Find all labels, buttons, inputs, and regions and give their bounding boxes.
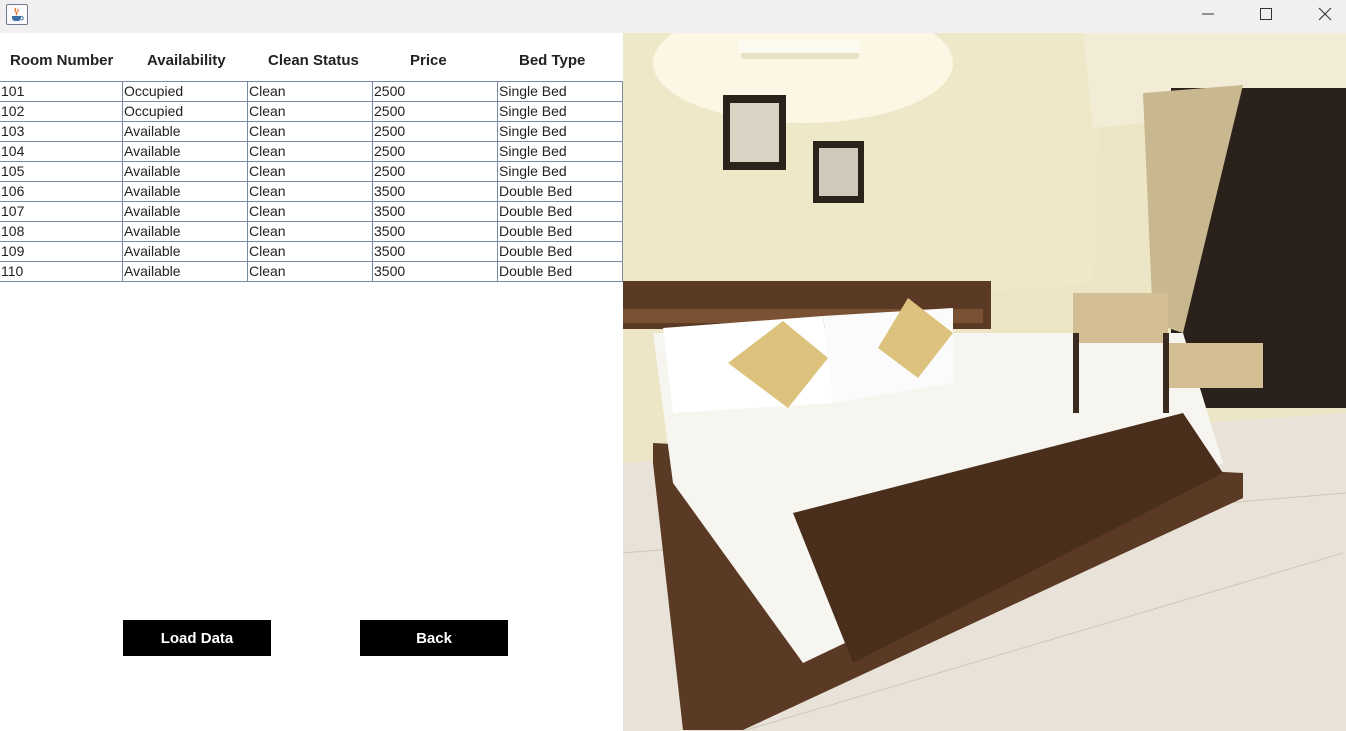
bed-type-cell[interactable]: Single Bed [497, 121, 623, 142]
price-cell[interactable]: 3500 [372, 201, 498, 222]
price-cell[interactable]: 2500 [372, 161, 498, 182]
clean-status-cell[interactable]: Clean [247, 141, 373, 162]
room-number-cell[interactable]: 109 [0, 241, 123, 262]
load-data-button[interactable]: Load Data [123, 620, 271, 656]
rooms-table: 101 Occupied Clean 2500 Single Bed 102 Occupie… [0, 81, 623, 282]
close-button[interactable] [1296, 0, 1346, 28]
table-header: Room Number Availability Clean Status Pr… [0, 33, 622, 81]
table-row[interactable]: 104 Available Clean 2500 Single Bed [0, 141, 623, 162]
price-cell[interactable]: 3500 [372, 221, 498, 242]
java-cup-icon[interactable] [6, 4, 28, 25]
clean-status-cell[interactable]: Clean [247, 221, 373, 242]
availability-cell[interactable]: Occupied [122, 101, 248, 122]
bed-type-cell[interactable]: Single Bed [497, 101, 623, 122]
bed-type-cell[interactable]: Double Bed [497, 241, 623, 262]
price-cell[interactable]: 3500 [372, 261, 498, 282]
clean-status-cell[interactable]: Clean [247, 161, 373, 182]
bed-type-cell[interactable]: Double Bed [497, 221, 623, 242]
header-price[interactable]: Price [410, 52, 447, 69]
room-number-cell[interactable]: 104 [0, 141, 123, 162]
table-row[interactable]: 109 Available Clean 3500 Double Bed [0, 241, 623, 262]
availability-cell[interactable]: Available [122, 161, 248, 182]
price-cell[interactable]: 3500 [372, 181, 498, 202]
room-number-cell[interactable]: 103 [0, 121, 123, 142]
room-number-cell[interactable]: 107 [0, 201, 123, 222]
header-bed-type[interactable]: Bed Type [519, 52, 585, 69]
availability-cell[interactable]: Available [122, 261, 248, 282]
clean-status-cell[interactable]: Clean [247, 261, 373, 282]
table-row[interactable]: 103 Available Clean 2500 Single Bed [0, 121, 623, 142]
header-availability[interactable]: Availability [147, 52, 226, 69]
room-panel: Room Number Availability Clean Status Pr… [0, 33, 1346, 731]
header-clean-status[interactable]: Clean Status [268, 52, 359, 69]
close-icon [1318, 7, 1332, 21]
room-number-cell[interactable]: 106 [0, 181, 123, 202]
price-cell[interactable]: 3500 [372, 241, 498, 262]
price-cell[interactable]: 2500 [372, 141, 498, 162]
bed-type-cell[interactable]: Single Bed [497, 81, 623, 102]
minimize-button[interactable] [1179, 0, 1237, 28]
table-row[interactable]: 102 Occupied Clean 2500 Single Bed [0, 101, 623, 122]
back-button[interactable]: Back [360, 620, 508, 656]
maximize-icon [1260, 8, 1272, 20]
clean-status-cell[interactable]: Clean [247, 241, 373, 262]
title-bar [0, 0, 1346, 33]
minimize-icon [1202, 13, 1214, 15]
room-number-cell[interactable]: 101 [0, 81, 123, 102]
price-cell[interactable]: 2500 [372, 81, 498, 102]
availability-cell[interactable]: Available [122, 221, 248, 242]
maximize-button[interactable] [1237, 0, 1295, 28]
table-row[interactable]: 101 Occupied Clean 2500 Single Bed [0, 81, 623, 102]
room-number-cell[interactable]: 105 [0, 161, 123, 182]
room-number-cell[interactable]: 102 [0, 101, 123, 122]
hotel-room-image [623, 33, 1346, 731]
bed-type-cell[interactable]: Double Bed [497, 261, 623, 282]
room-number-cell[interactable]: 110 [0, 261, 123, 282]
bed-type-cell[interactable]: Double Bed [497, 201, 623, 222]
table-row[interactable]: 108 Available Clean 3500 Double Bed [0, 221, 623, 242]
availability-cell[interactable]: Available [122, 241, 248, 262]
table-row[interactable]: 107 Available Clean 3500 Double Bed [0, 201, 623, 222]
price-cell[interactable]: 2500 [372, 101, 498, 122]
availability-cell[interactable]: Available [122, 201, 248, 222]
clean-status-cell[interactable]: Clean [247, 81, 373, 102]
clean-status-cell[interactable]: Clean [247, 181, 373, 202]
availability-cell[interactable]: Available [122, 181, 248, 202]
bed-type-cell[interactable]: Single Bed [497, 141, 623, 162]
room-number-cell[interactable]: 108 [0, 221, 123, 242]
table-row[interactable]: 110 Available Clean 3500 Double Bed [0, 261, 623, 282]
availability-cell[interactable]: Available [122, 121, 248, 142]
clean-status-cell[interactable]: Clean [247, 201, 373, 222]
table-row[interactable]: 105 Available Clean 2500 Single Bed [0, 161, 623, 182]
availability-cell[interactable]: Available [122, 141, 248, 162]
header-room-number[interactable]: Room Number [10, 52, 113, 69]
table-row[interactable]: 106 Available Clean 3500 Double Bed [0, 181, 623, 202]
bed-type-cell[interactable]: Double Bed [497, 181, 623, 202]
price-cell[interactable]: 2500 [372, 121, 498, 142]
availability-cell[interactable]: Occupied [122, 81, 248, 102]
clean-status-cell[interactable]: Clean [247, 101, 373, 122]
clean-status-cell[interactable]: Clean [247, 121, 373, 142]
bed-type-cell[interactable]: Single Bed [497, 161, 623, 182]
